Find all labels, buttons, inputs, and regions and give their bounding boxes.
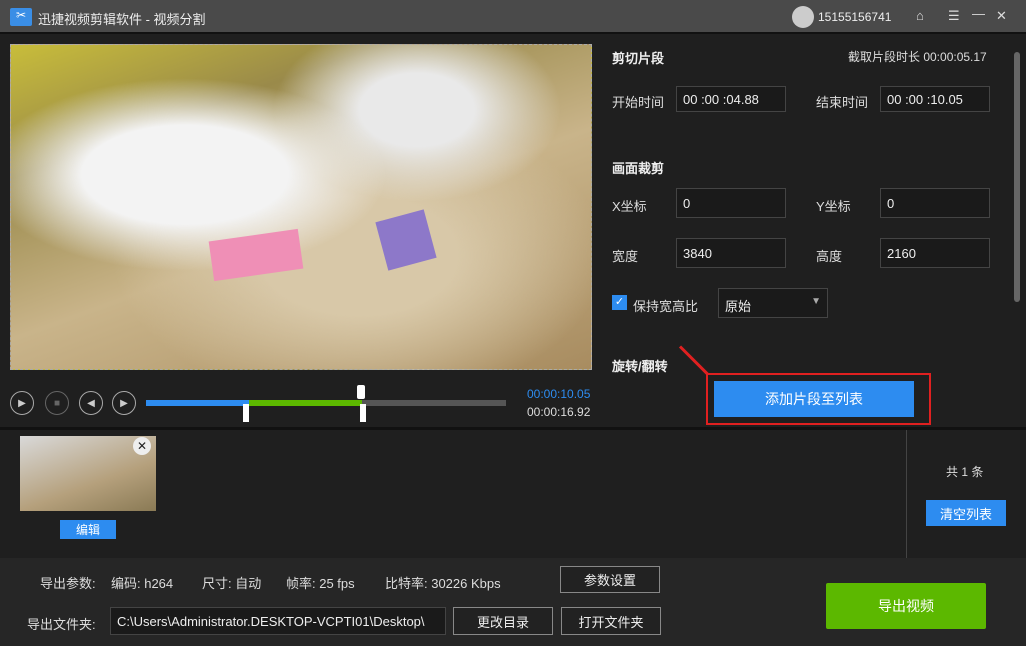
add-to-list-button[interactable]: 添加片段至列表 <box>714 381 914 417</box>
current-time: 00:00:10.05 <box>527 387 591 401</box>
clip-count: 共 1 条 <box>946 465 984 479</box>
open-folder-button[interactable]: 打开文件夹 <box>561 607 661 635</box>
clip-heading: 剪切片段 <box>612 51 665 66</box>
crop-heading: 画面裁剪 <box>612 161 665 176</box>
play-button[interactable]: ▶ <box>10 391 34 415</box>
playhead[interactable] <box>357 385 365 399</box>
ratio-select[interactable]: 原始 ▼ <box>718 288 828 318</box>
end-time-input[interactable]: 00 :00 :10.05 <box>880 86 990 112</box>
scrollbar[interactable] <box>1014 52 1020 302</box>
end-time-label: 结束时间 <box>816 95 869 110</box>
clip-duration: 截取片段时长 00:00:05.17 <box>848 50 987 64</box>
edit-clip-button[interactable]: 编辑 <box>60 520 116 539</box>
rotate-heading: 旋转/翻转 <box>612 359 668 374</box>
video-preview[interactable] <box>10 44 592 370</box>
param-settings-button[interactable]: 参数设置 <box>560 566 660 593</box>
title-bar: ✂ 迅捷视频剪辑软件 - 视频分割 15155156741 ⌂ ☰ — ✕ <box>0 0 1026 34</box>
y-input[interactable]: 0 <box>880 188 990 218</box>
divider <box>0 427 1026 430</box>
y-label: Y坐标 <box>816 199 851 214</box>
menu-icon[interactable]: ☰ <box>948 8 960 24</box>
remove-clip-icon[interactable]: ✕ <box>133 437 151 455</box>
fps: 帧率: 25 fps <box>286 576 355 591</box>
x-label: X坐标 <box>612 199 647 214</box>
keep-ratio-label: 保持宽高比 <box>633 299 699 314</box>
total-time: 00:00:16.92 <box>527 405 591 419</box>
folder-label: 导出文件夹: <box>27 617 96 632</box>
annotation-arrow <box>678 345 710 376</box>
start-time-label: 开始时间 <box>612 95 665 110</box>
height-label: 高度 <box>816 249 843 264</box>
export-video-button[interactable]: 导出视频 <box>826 583 986 629</box>
next-frame-button[interactable]: ▶ <box>112 391 136 415</box>
x-input[interactable]: 0 <box>676 188 786 218</box>
size: 尺寸: 自动 <box>202 576 262 591</box>
timeline-played <box>146 400 249 406</box>
user-name[interactable]: 15155156741 <box>818 10 891 24</box>
home-icon[interactable]: ⌂ <box>916 8 924 23</box>
height-input[interactable]: 2160 <box>880 238 990 268</box>
avatar[interactable] <box>792 6 814 28</box>
sticky-note <box>208 228 304 282</box>
folder-input[interactable]: C:\Users\Administrator.DESKTOP-VCPTI01\D… <box>110 607 446 635</box>
app-title: 迅捷视频剪辑软件 - 视频分割 <box>38 12 206 27</box>
timeline-selected <box>249 400 362 406</box>
change-dir-button[interactable]: 更改目录 <box>453 607 553 635</box>
chevron-down-icon: ▼ <box>811 296 821 307</box>
sticky-note <box>375 209 437 271</box>
codec: 编码: h264 <box>111 576 174 591</box>
width-label: 宽度 <box>612 249 639 264</box>
close-icon[interactable]: ✕ <box>996 8 1007 24</box>
start-time-input[interactable]: 00 :00 :04.88 <box>676 86 786 112</box>
list-divider <box>906 430 907 558</box>
export-params-label: 导出参数: <box>40 576 96 591</box>
bitrate: 比特率: 30226 Kbps <box>385 576 501 591</box>
prev-frame-button[interactable]: ◀ <box>79 391 103 415</box>
minimize-icon[interactable]: — <box>972 6 985 21</box>
start-handle[interactable] <box>243 404 249 422</box>
width-input[interactable]: 3840 <box>676 238 786 268</box>
keep-ratio-checkbox[interactable]: ✓ <box>612 295 627 310</box>
clear-list-button[interactable]: 清空列表 <box>926 500 1006 526</box>
end-handle[interactable] <box>360 404 366 422</box>
app-logo-icon: ✂ <box>10 8 32 26</box>
stop-button[interactable]: ■ <box>45 391 69 415</box>
